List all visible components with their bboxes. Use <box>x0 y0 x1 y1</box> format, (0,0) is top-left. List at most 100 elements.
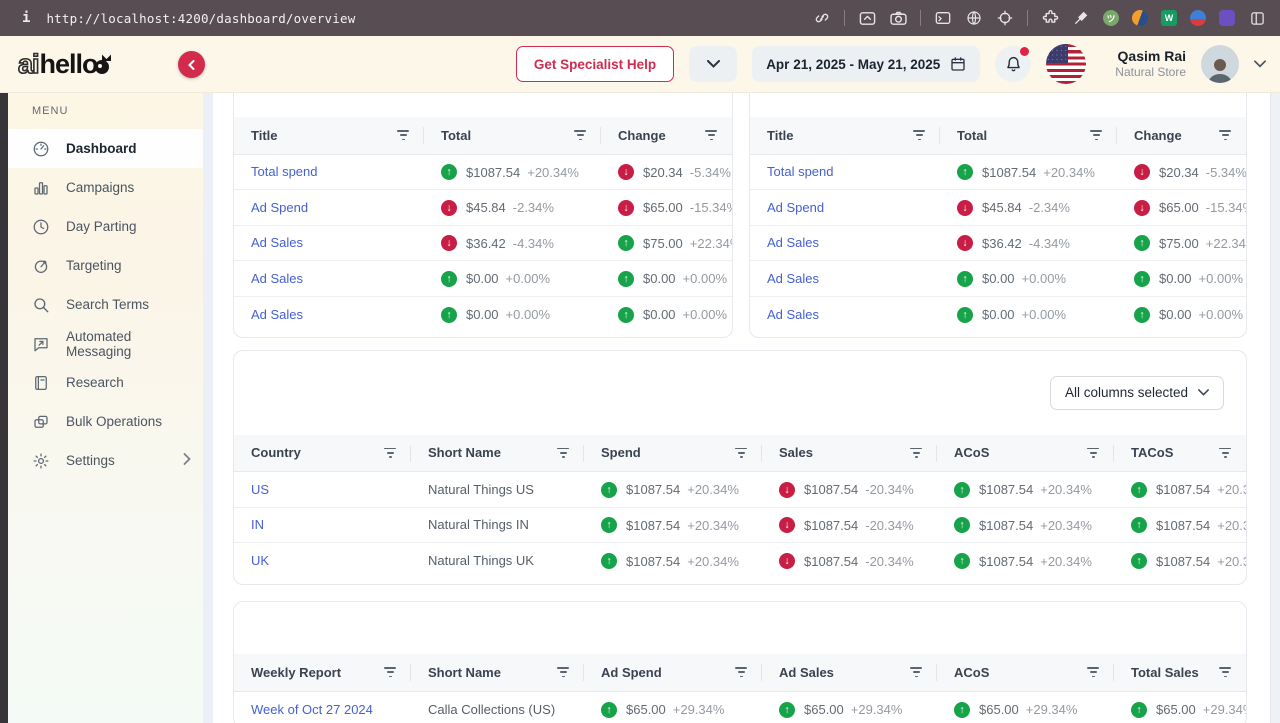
table-header-row: Weekly ReportShort NameAd SpendAd SalesA… <box>234 654 1246 691</box>
column-header-total-sales: Total Sales <box>1114 654 1246 691</box>
us-flag-icon[interactable] <box>1046 44 1086 84</box>
extension-orange-blue-icon[interactable] <box>1132 10 1148 26</box>
sidebar-item-targeting[interactable]: Targeting <box>8 246 203 285</box>
trend-value: $36.42 <box>466 236 506 251</box>
filter-icon[interactable] <box>909 664 923 680</box>
column-header-spend: Spend <box>584 435 762 472</box>
column-label: Total Sales <box>1131 665 1199 680</box>
row-link[interactable]: Ad Sales <box>251 235 303 250</box>
sidebar-item-search-terms[interactable]: Search Terms <box>8 285 203 324</box>
app-window-icon[interactable] <box>934 9 952 27</box>
row-link[interactable]: Total spend <box>251 164 318 179</box>
extension-avatar-icon[interactable]: ツ <box>1103 10 1119 26</box>
trend-percent: +29.34% <box>1026 702 1078 717</box>
split-view-icon[interactable] <box>1248 9 1266 27</box>
sidebar-item-dashboard[interactable]: Dashboard <box>8 129 203 168</box>
sidebar-item-settings[interactable]: Settings <box>8 441 203 480</box>
trend-value: $1087.54 <box>804 554 858 569</box>
sidebar-collapse-button[interactable] <box>178 51 205 78</box>
trend-percent: -15.34% <box>690 200 732 215</box>
filter-icon[interactable] <box>1086 445 1100 461</box>
row-link-cell: Total spend <box>750 154 940 190</box>
profile-chevron-down-icon[interactable] <box>1254 60 1266 68</box>
row-link[interactable]: Ad Spend <box>767 200 824 215</box>
filter-icon[interactable] <box>383 664 397 680</box>
filter-icon[interactable] <box>1218 445 1232 461</box>
sidebar-item-automated-messaging[interactable]: Automated Messaging <box>8 324 203 363</box>
columns-select-button[interactable]: All columns selected <box>1050 376 1224 410</box>
sidebar-item-campaigns[interactable]: Campaigns <box>8 168 203 207</box>
text-cell: Natural Things US <box>411 472 584 508</box>
filter-icon[interactable] <box>396 127 410 143</box>
eyedropper-icon[interactable] <box>1072 9 1090 27</box>
row-link[interactable]: Ad Spend <box>251 200 308 215</box>
filter-icon[interactable] <box>1086 664 1100 680</box>
trend-up-icon: ↑ <box>618 271 634 287</box>
row-link[interactable]: Ad Sales <box>767 271 819 286</box>
column-label: TACoS <box>1131 445 1173 460</box>
sidebar-item-research[interactable]: Research <box>8 363 203 402</box>
trend-percent: +20.34% <box>687 554 739 569</box>
row-link[interactable]: Ad Sales <box>251 271 303 286</box>
puzzle-icon[interactable] <box>1041 9 1059 27</box>
globe-icon[interactable] <box>965 9 983 27</box>
filter-icon[interactable] <box>1218 127 1232 143</box>
filter-icon[interactable] <box>573 127 587 143</box>
extension-purple-icon[interactable] <box>1219 10 1235 26</box>
extension-wappalyzer-icon[interactable]: W <box>1161 10 1177 26</box>
trend-value: $45.84 <box>982 200 1022 215</box>
filter-icon[interactable] <box>556 664 570 680</box>
screen-share-icon[interactable] <box>858 9 876 27</box>
trend-value: $20.34 <box>643 165 683 180</box>
trend-cell: ↑$0.00+0.00% <box>424 261 601 297</box>
scrollbar[interactable] <box>1270 93 1280 723</box>
column-header-short-name: Short Name <box>411 654 584 691</box>
header-dropdown-button[interactable] <box>689 46 737 82</box>
row-link[interactable]: Ad Sales <box>251 307 303 322</box>
trend-value: $65.00 <box>643 200 683 215</box>
trend-cell: ↑$1087.54+20.34% <box>584 543 762 579</box>
trend-down-icon: ↓ <box>441 200 457 216</box>
trend-percent: -20.34% <box>865 554 913 569</box>
filter-icon[interactable] <box>1089 127 1103 143</box>
row-link-cell: Ad Spend <box>234 190 424 226</box>
chevron-down-icon <box>1198 389 1209 396</box>
column-header-sales: Sales <box>762 435 937 472</box>
camera-icon[interactable] <box>889 9 907 27</box>
sidebar-item-bulk-operations[interactable]: Bulk Operations <box>8 402 203 441</box>
filter-icon[interactable] <box>734 664 748 680</box>
filter-icon[interactable] <box>556 445 570 461</box>
row-link[interactable]: Total spend <box>767 164 834 179</box>
row-link[interactable]: UK <box>251 553 269 568</box>
link-icon[interactable] <box>813 9 831 27</box>
notifications-button[interactable] <box>995 46 1031 82</box>
row-link[interactable]: Ad Sales <box>767 307 819 322</box>
filter-icon[interactable] <box>383 445 397 461</box>
filter-icon[interactable] <box>909 445 923 461</box>
filter-icon[interactable] <box>1218 664 1232 680</box>
cell-text: Calla Collections (US) <box>428 702 555 717</box>
filter-icon[interactable] <box>704 127 718 143</box>
date-range-picker[interactable]: Apr 21, 2025 - May 21, 2025 <box>752 46 980 82</box>
filter-icon[interactable] <box>734 445 748 461</box>
info-icon[interactable]: i <box>22 10 30 26</box>
trend-up-icon: ↑ <box>618 235 634 251</box>
crosshair-icon[interactable] <box>996 9 1014 27</box>
row-link[interactable]: US <box>251 482 269 497</box>
get-specialist-help-button[interactable]: Get Specialist Help <box>516 46 674 82</box>
research-icon <box>32 374 50 392</box>
trend-cell: ↑$0.00+0.00% <box>1117 296 1246 332</box>
trend-percent: +20.34% <box>527 165 579 180</box>
extension-wave-icon[interactable] <box>1190 10 1206 26</box>
row-link[interactable]: Week of Oct 27 2024 <box>251 702 373 717</box>
chevron-right-icon <box>183 453 191 468</box>
trend-percent: +0.00% <box>683 271 727 286</box>
row-link[interactable]: IN <box>251 517 264 532</box>
column-label: Sales <box>779 445 813 460</box>
url-bar[interactable]: http://localhost:4200/dashboard/overview <box>46 11 355 26</box>
row-link[interactable]: Ad Sales <box>767 235 819 250</box>
sidebar-item-day-parting[interactable]: Day Parting <box>8 207 203 246</box>
avatar[interactable] <box>1201 45 1239 83</box>
filter-icon[interactable] <box>912 127 926 143</box>
trend-percent: -20.34% <box>865 482 913 497</box>
